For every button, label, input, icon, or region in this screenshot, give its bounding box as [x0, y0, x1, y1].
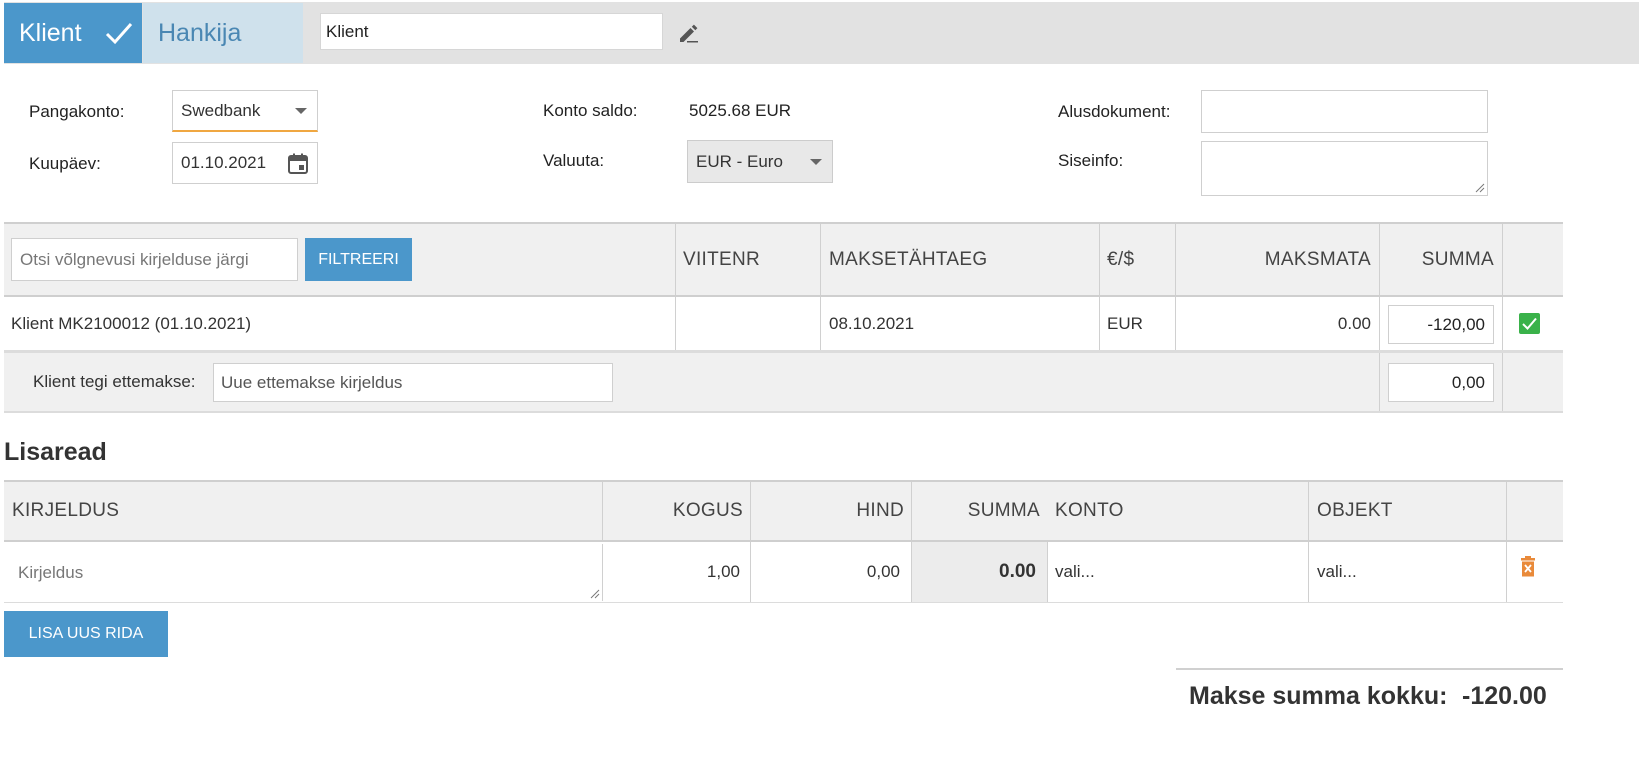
col-viitenr: VIITENR — [683, 248, 761, 270]
debt-summa-input[interactable]: -120,00 — [1388, 305, 1494, 344]
extra-rows-table: KIRJELDUS KOGUS HIND SUMMA KONTO OBJEKT … — [4, 480, 1563, 603]
section-title-lisaread: Lisaread — [4, 438, 107, 466]
konto-saldo-value: 5025.68 EUR — [689, 101, 792, 120]
party-name-input[interactable] — [320, 13, 663, 50]
valuuta-value: EUR - Euro — [696, 151, 783, 171]
siseinfo-textarea[interactable] — [1201, 141, 1488, 196]
table-row: Kirjeldus 1,00 0,00 0.00 vali... vali... — [4, 542, 1563, 603]
tab-klient-label: Klient — [19, 18, 82, 47]
col-objekt: OBJEKT — [1317, 500, 1393, 521]
col-summa: SUMMA — [967, 500, 1040, 521]
objekt-select[interactable]: vali... — [1317, 542, 1357, 602]
filter-button[interactable]: FILTREERI — [305, 238, 412, 281]
trash-icon[interactable] — [1520, 556, 1536, 578]
valuuta-label: Valuuta: — [543, 151, 605, 170]
kuupaev-input[interactable]: 01.10.2021 — [172, 142, 318, 184]
tab-hankija[interactable]: Hankija — [143, 3, 303, 63]
prepayment-label: Klient tegi ettemakse: — [33, 372, 196, 391]
check-icon — [1522, 317, 1537, 330]
prepayment-row: Klient tegi ettemakse: Uue ettemakse kir… — [4, 353, 1563, 413]
total-divider — [1176, 668, 1563, 670]
tab-hankija-label: Hankija — [158, 18, 242, 47]
calendar-icon[interactable] — [287, 153, 309, 175]
valuuta-select[interactable]: EUR - Euro — [687, 140, 833, 183]
row-summa-value: 0.00 — [911, 542, 1048, 602]
prepayment-summa-input[interactable]: 0,00 — [1388, 363, 1494, 402]
col-maksetahtaeg: MAKSETÄHTAEG — [829, 248, 988, 270]
kuupaev-value: 01.10.2021 — [181, 153, 267, 172]
debt-maksmata: 0.00 — [1337, 313, 1371, 333]
kirjeldus-textarea[interactable]: Kirjeldus — [4, 544, 603, 601]
resize-handle-icon[interactable] — [590, 589, 600, 599]
debts-table: Otsi võlgnevusi kirjelduse järgi FILTREE… — [4, 222, 1563, 414]
alusdokument-label: Alusdokument: — [1058, 102, 1171, 121]
debts-table-header: Otsi võlgnevusi kirjelduse järgi FILTREE… — [4, 222, 1563, 297]
add-row-button[interactable]: LISA UUS RIDA — [4, 611, 168, 657]
col-kogus: KOGUS — [672, 500, 743, 521]
col-hind: HIND — [856, 500, 904, 521]
debt-select-checkbox[interactable] — [1519, 313, 1540, 334]
table-row: Klient MK2100012 (01.10.2021) 08.10.2021… — [4, 297, 1563, 353]
extra-rows-header: KIRJELDUS KOGUS HIND SUMMA KONTO OBJEKT — [4, 480, 1563, 542]
check-icon — [105, 23, 133, 45]
hind-input[interactable]: 0,00 — [867, 542, 900, 602]
siseinfo-label: Siseinfo: — [1058, 151, 1124, 170]
prepayment-description-input[interactable]: Uue ettemakse kirjeldus — [213, 363, 613, 402]
total-value: -120.00 — [1462, 682, 1547, 710]
chevron-down-icon — [810, 158, 822, 165]
debt-maksetahtaeg: 08.10.2021 — [829, 313, 915, 333]
kuupaev-label: Kuupäev: — [29, 154, 101, 173]
col-kirjeldus: KIRJELDUS — [12, 500, 120, 521]
pangakonto-value: Swedbank — [181, 100, 261, 120]
col-summa: SUMMA — [1421, 248, 1494, 270]
col-currency: €/$ — [1107, 248, 1135, 270]
konto-select[interactable]: vali... — [1055, 542, 1095, 602]
total-label: Makse summa kokku: — [1189, 682, 1448, 710]
alusdokument-input[interactable] — [1201, 90, 1488, 133]
debt-description: Klient MK2100012 (01.10.2021) — [11, 313, 252, 333]
top-bar: Klient Hankija — [4, 2, 1639, 64]
tab-klient[interactable]: Klient — [4, 3, 142, 63]
col-konto: KONTO — [1055, 500, 1124, 521]
pencil-icon[interactable] — [678, 22, 700, 44]
col-maksmata: MAKSMATA — [1264, 248, 1371, 270]
pangakonto-select[interactable]: Swedbank — [172, 90, 318, 132]
debt-currency: EUR — [1107, 313, 1143, 333]
konto-saldo-label: Konto saldo: — [543, 101, 638, 120]
resize-handle-icon[interactable] — [1475, 183, 1485, 193]
chevron-down-icon — [295, 107, 307, 114]
pangakonto-label: Pangakonto: — [29, 102, 125, 121]
kogus-input[interactable]: 1,00 — [707, 542, 740, 602]
debt-search-input[interactable]: Otsi võlgnevusi kirjelduse järgi — [11, 238, 298, 281]
